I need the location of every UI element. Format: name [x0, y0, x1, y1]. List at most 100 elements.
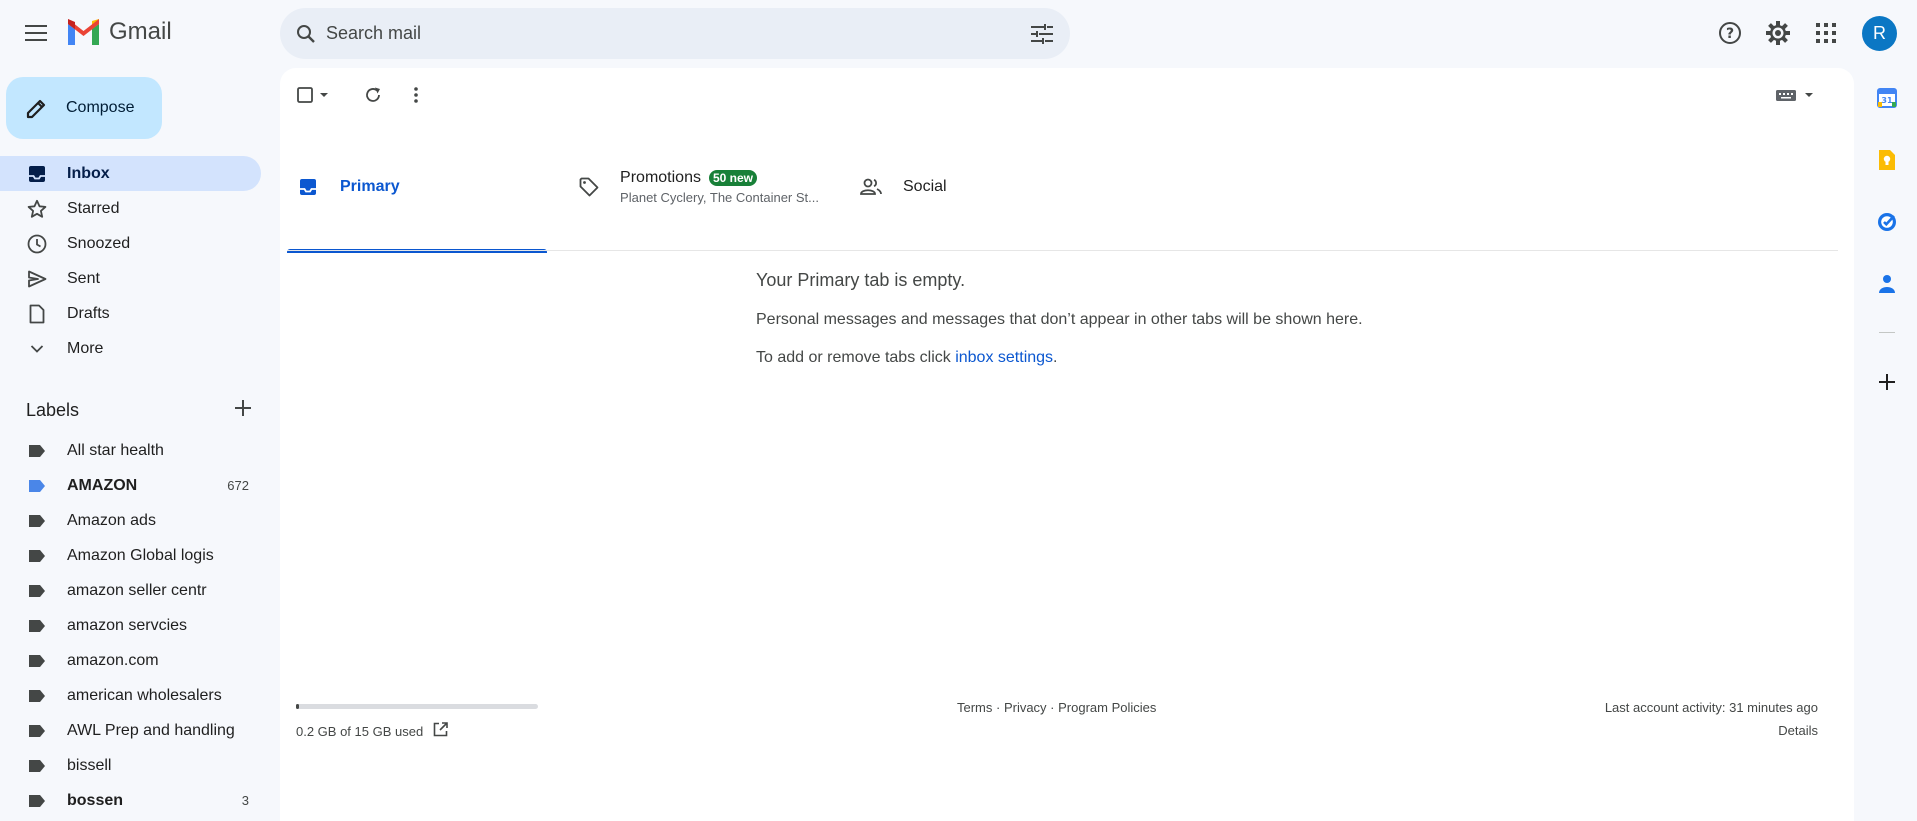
main-menu-icon — [25, 25, 47, 41]
label-item[interactable]: AMAZON 672 — [0, 468, 261, 503]
gmail-logo[interactable]: Gmail — [66, 18, 172, 46]
keyboard-icon — [1776, 90, 1813, 101]
tasks-icon — [1878, 213, 1896, 231]
label-icon — [26, 790, 48, 812]
more-options-button[interactable] — [402, 81, 430, 109]
label-item[interactable]: amazon seller centr — [0, 573, 261, 608]
checkbox-icon — [297, 87, 328, 103]
plus-icon — [235, 399, 251, 416]
apps-button[interactable] — [1810, 17, 1842, 49]
label-icon — [26, 755, 48, 777]
nav-item-sent[interactable]: Sent — [0, 261, 261, 296]
account-avatar[interactable]: R — [1862, 16, 1897, 51]
policy-links[interactable]: Terms · Privacy · Program Policies — [957, 700, 1156, 715]
inbox-settings-link[interactable]: inbox settings — [955, 349, 1053, 366]
label-icon — [26, 685, 48, 707]
input-tools-button[interactable] — [1773, 81, 1819, 109]
settings-button[interactable] — [1762, 17, 1794, 49]
label-icon — [26, 440, 48, 462]
tab-label: Promotions — [620, 168, 701, 186]
footer: 0.2 GB of 15 GB used Terms · Privacy · P… — [280, 698, 1854, 798]
select-all-checkbox[interactable] — [294, 81, 334, 109]
nav-item-drafts[interactable]: Drafts — [0, 296, 261, 331]
search-options-icon — [1031, 24, 1053, 44]
search-options-button[interactable] — [1028, 20, 1056, 48]
main-menu-button[interactable] — [16, 17, 56, 49]
empty-title: Your Primary tab is empty. — [756, 270, 966, 290]
label-item[interactable]: amazon.com — [0, 643, 261, 678]
tabs-divider — [287, 250, 1838, 251]
label-item[interactable]: amazon servcies — [0, 608, 261, 643]
inbox-icon — [296, 175, 320, 199]
labels-title: Labels — [26, 399, 80, 420]
search-input[interactable] — [326, 8, 986, 59]
keep-button[interactable] — [1870, 143, 1904, 177]
details-link[interactable]: Details — [1605, 723, 1818, 738]
nav-item-starred[interactable]: Starred — [0, 191, 261, 226]
empty-tabs-hint: To add or remove tabs click inbox settin… — [756, 349, 1456, 367]
label-icon — [26, 650, 48, 672]
chevron-down-icon — [26, 338, 48, 360]
empty-state: Your Primary tab is empty. Personal mess… — [756, 270, 1456, 367]
label-item[interactable]: Amazon ads — [0, 503, 261, 538]
label-name: amazon seller centr — [67, 581, 207, 599]
apps-icon — [1816, 23, 1836, 43]
add-label-button[interactable] — [235, 399, 251, 421]
label-item[interactable]: Amazon Global logis — [0, 538, 261, 573]
label-item[interactable]: american wholesalers — [0, 678, 261, 713]
label-name: Amazon Global logis — [67, 546, 214, 564]
label-icon — [26, 615, 48, 637]
open-in-new-icon — [433, 722, 449, 737]
compose-label: Compose — [66, 99, 135, 116]
keep-icon — [1879, 150, 1895, 170]
label-icon — [26, 545, 48, 567]
clock-icon — [26, 233, 48, 255]
more-vert-icon — [414, 87, 418, 103]
account-activity: Last account activity: 31 minutes ago De… — [1605, 700, 1818, 738]
contacts-button[interactable] — [1870, 267, 1904, 301]
search-button[interactable] — [292, 20, 320, 48]
label-item[interactable]: bossen 3 — [0, 783, 261, 818]
app-name: Gmail — [109, 18, 172, 45]
nav-label: Drafts — [67, 304, 110, 322]
category-tabs: Primary Promotions 50 new Planet Cyclery… — [287, 122, 1838, 253]
label-name: AMAZON — [67, 476, 138, 494]
search-bar[interactable] — [280, 8, 1070, 59]
manage-storage-link[interactable] — [433, 722, 449, 740]
pencil-icon — [26, 99, 46, 119]
refresh-button[interactable] — [359, 81, 387, 109]
nav-item-more[interactable]: More — [0, 331, 261, 366]
compose-button[interactable]: Compose — [6, 77, 162, 139]
label-name: All star health — [67, 441, 164, 459]
tab-social[interactable]: Social — [850, 122, 1100, 251]
label-item[interactable]: All star health — [0, 433, 261, 468]
tab-label: Social — [903, 177, 947, 195]
calendar-button[interactable]: 31 — [1870, 81, 1904, 115]
promotions-senders: Planet Cyclery, The Container St... — [620, 189, 819, 205]
get-addons-button[interactable] — [1870, 365, 1904, 399]
tasks-button[interactable] — [1870, 205, 1904, 239]
label-item[interactable]: AWL Prep and handling — [0, 713, 261, 748]
new-count-badge: 50 new — [708, 169, 757, 186]
label-list: All star health AMAZON 672 Amazon ads Amazon… — [0, 433, 261, 818]
tab-primary[interactable]: Primary — [287, 122, 547, 253]
labels-header: Labels — [26, 398, 251, 422]
hint-prefix: To add or remove tabs click — [756, 349, 956, 366]
send-icon — [26, 268, 48, 290]
help-button[interactable]: ? — [1714, 17, 1746, 49]
nav-label: Inbox — [67, 164, 110, 182]
label-icon — [26, 720, 48, 742]
nav-label: Snoozed — [67, 234, 131, 252]
label-count: 672 — [227, 478, 249, 493]
label-icon — [26, 475, 48, 497]
nav-item-snoozed[interactable]: Snoozed — [0, 226, 261, 261]
people-icon — [859, 175, 883, 199]
settings-icon — [1766, 21, 1790, 45]
storage-info: 0.2 GB of 15 GB used — [296, 722, 449, 740]
side-panel-divider — [1879, 332, 1895, 333]
label-name: amazon servcies — [67, 616, 188, 634]
tab-promotions[interactable]: Promotions 50 new Planet Cyclery, The Co… — [569, 122, 819, 251]
nav-item-inbox[interactable]: Inbox — [0, 156, 261, 191]
svg-text:?: ? — [1726, 26, 1734, 42]
label-item[interactable]: bissell — [0, 748, 261, 783]
